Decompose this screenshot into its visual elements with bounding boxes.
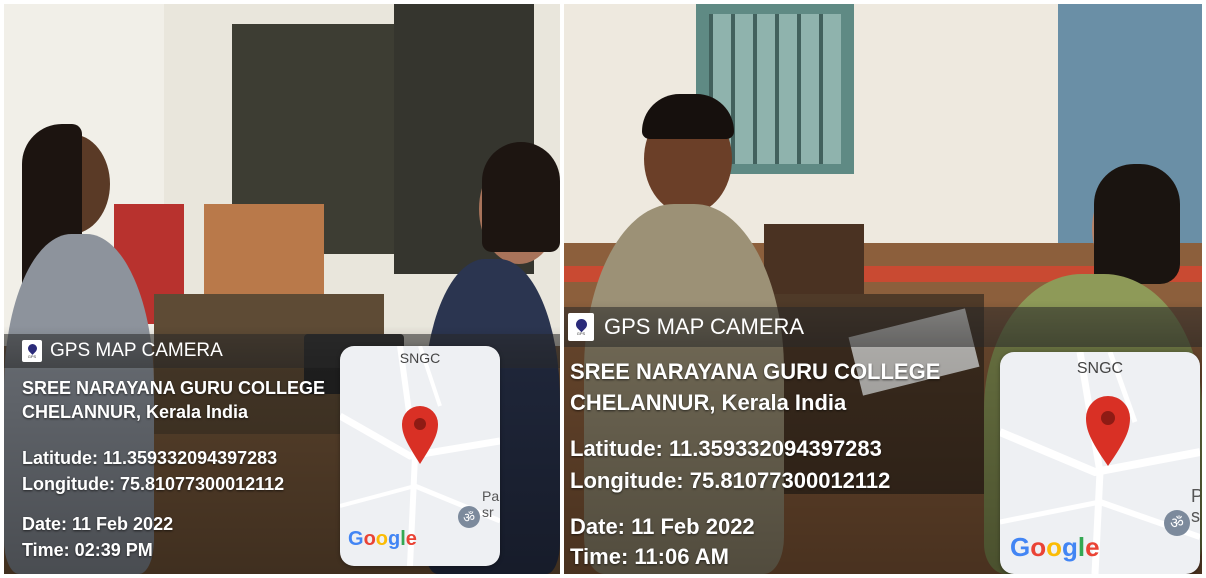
time-text: Time: 11:06 AM — [570, 544, 729, 569]
om-icon: ॐ — [1164, 510, 1190, 536]
longitude-text: Longitude: 75.81077300012112 — [22, 474, 285, 494]
longitude-text: Longitude: 75.81077300012112 — [570, 468, 891, 493]
gps-header-title: GPS MAP CAMERA — [50, 340, 223, 361]
gps-camera-logo-icon: GPS — [568, 313, 594, 341]
map-place-label: SNGC — [1076, 360, 1124, 377]
map-marker-icon — [1086, 396, 1130, 466]
location-pin-icon — [25, 341, 39, 355]
person-hair — [1094, 164, 1180, 284]
latitude-text: Latitude: 11.359332094397283 — [570, 436, 882, 461]
location-pin-icon — [573, 316, 589, 332]
book-stack — [204, 204, 324, 294]
gps-header-bar: GPS GPS MAP CAMERA — [564, 307, 1202, 347]
om-icon: ॐ — [458, 506, 480, 528]
map-thumbnail: SNGC ॐ P s Google — [1000, 352, 1200, 574]
geotagged-photo-left: GPS GPS MAP CAMERA SREE NARAYANA GURU CO… — [4, 4, 560, 574]
google-logo: Google — [348, 528, 417, 550]
map-thumbnail: SNGC ॐ Pa sr Google — [340, 346, 500, 566]
date-text: Date: 11 Feb 2022 — [22, 514, 174, 534]
map-place-label: SNGC — [399, 350, 441, 366]
date-text: Date: 11 Feb 2022 — [570, 514, 755, 539]
google-logo: Google — [1010, 532, 1100, 562]
time-text: Time: 02:39 PM — [22, 540, 153, 560]
person-hair — [482, 142, 560, 252]
gps-header-title: GPS MAP CAMERA — [604, 314, 805, 339]
latitude-text: Latitude: 11.359332094397283 — [22, 448, 278, 468]
address-line-2: CHELANNUR, Kerala India — [22, 402, 249, 422]
address-line-2: CHELANNUR, Kerala India — [570, 390, 847, 415]
geotagged-photo-right: GPS GPS MAP CAMERA SREE NARAYANA GURU CO… — [564, 4, 1202, 574]
map-poi-label: Pa sr — [482, 488, 500, 520]
gps-camera-logo-icon: GPS — [22, 340, 42, 362]
map-poi-label: P s — [1191, 486, 1200, 526]
address-line-1: SREE NARAYANA GURU COLLEGE — [22, 378, 326, 398]
address-line-1: SREE NARAYANA GURU COLLEGE — [570, 359, 941, 384]
